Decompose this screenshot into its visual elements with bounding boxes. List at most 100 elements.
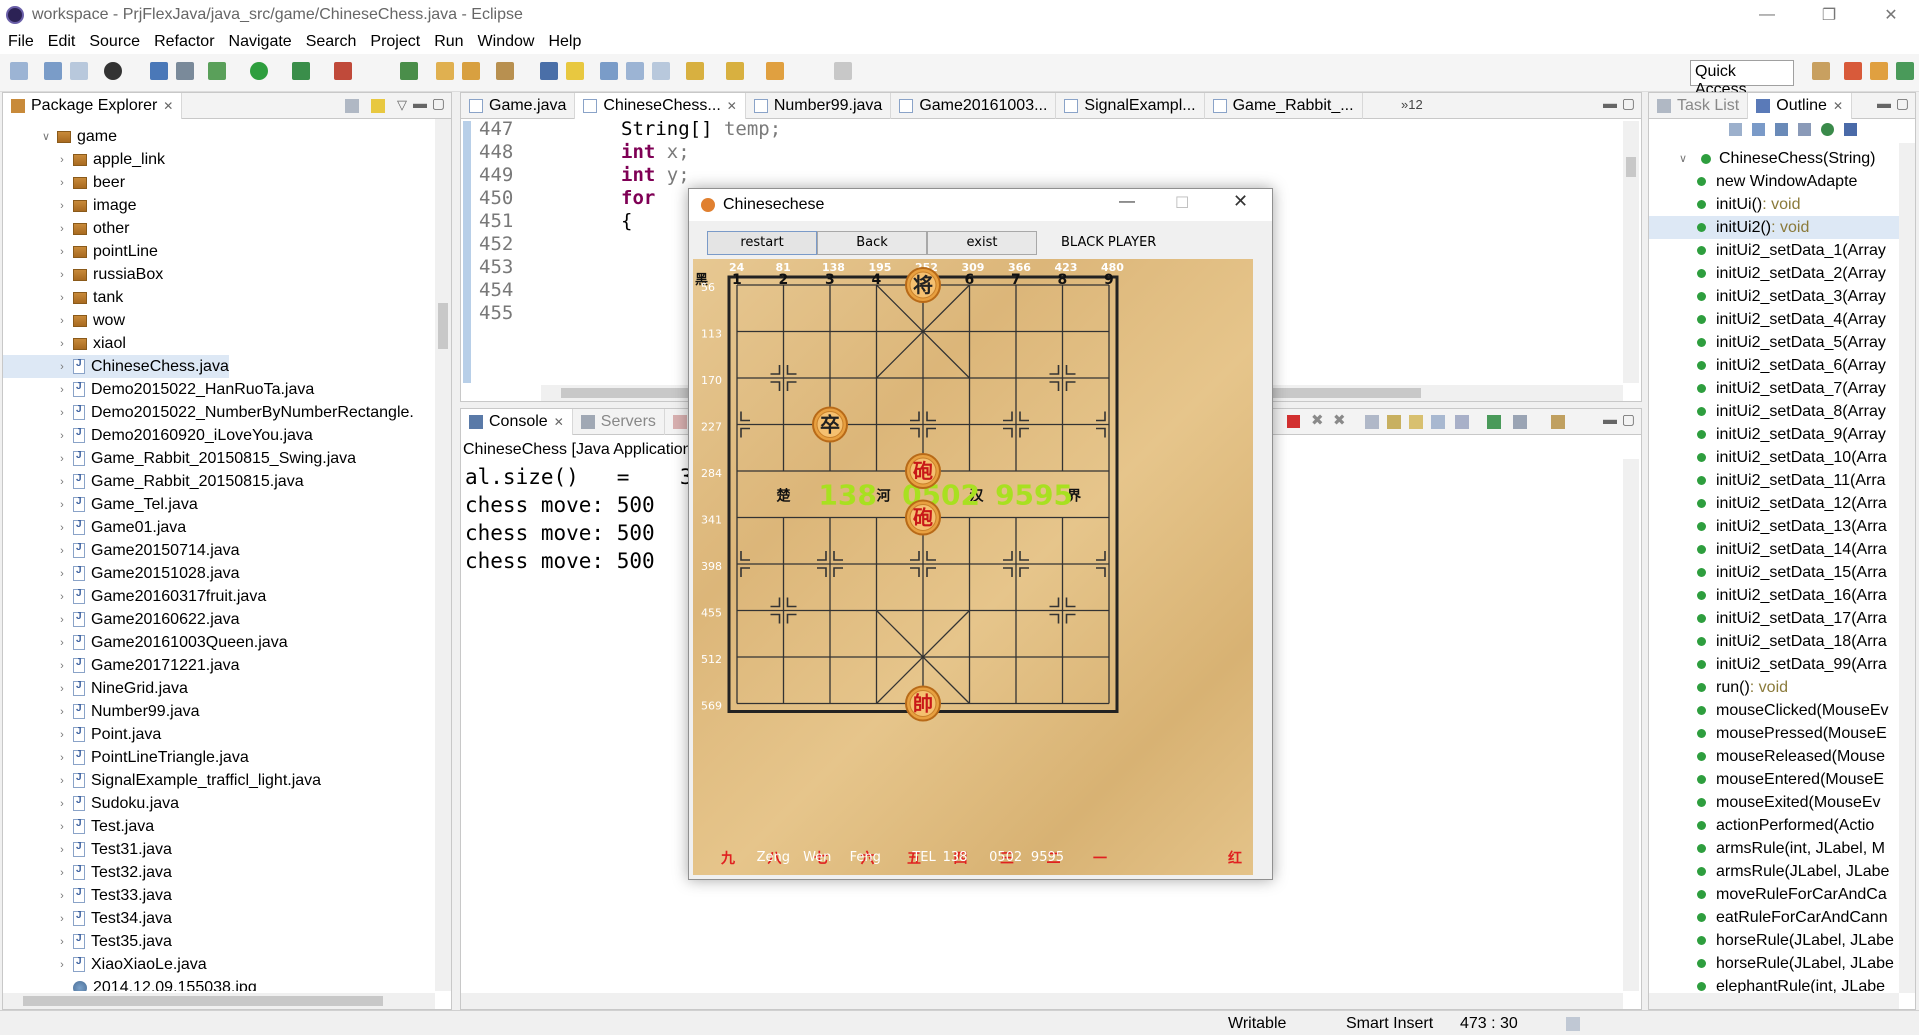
chevron-right-icon[interactable]: › [55, 867, 69, 879]
chevron-right-icon[interactable]: › [55, 568, 69, 580]
outline-item[interactable]: initUi2_setData_5(Array [1649, 331, 1899, 354]
editor-tab[interactable]: ChineseChess... ✕ [575, 92, 746, 119]
code-line[interactable]: { [621, 210, 632, 232]
chevron-right-icon[interactable]: › [55, 407, 69, 419]
outline-item[interactable]: initUi2_setData_16(Arra [1649, 584, 1899, 607]
quick-access-input[interactable]: Quick Access [1690, 60, 1794, 98]
open-task-icon[interactable] [462, 62, 480, 80]
show-whitespace-icon[interactable] [600, 62, 618, 80]
save-all-icon[interactable] [70, 62, 88, 80]
chevron-right-icon[interactable]: › [55, 729, 69, 741]
outline-item[interactable]: initUi2_setData_14(Arra [1649, 538, 1899, 561]
editor-tab[interactable]: SignalExampl... [1056, 92, 1205, 119]
tree-package[interactable]: › xiaol [3, 332, 126, 355]
tree-file[interactable]: › Game_Rabbit_20150815.java [3, 470, 303, 493]
tab-outline[interactable]: Outline ✕ [1748, 92, 1853, 119]
outline-item[interactable]: horseRule(JLabel, JLabe [1649, 952, 1899, 975]
chevron-right-icon[interactable]: › [55, 890, 69, 902]
java-ee-perspective-icon[interactable] [1844, 62, 1862, 80]
tree-file[interactable]: › NineGrid.java [3, 677, 188, 700]
chevron-right-icon[interactable]: › [55, 798, 69, 810]
tree-file[interactable]: › XiaoXiaoLe.java [3, 953, 206, 976]
console-horizontal-scrollbar[interactable] [461, 993, 1623, 1009]
maximize-view-icon[interactable]: ▢ [1622, 95, 1635, 112]
editor-tabs-overflow[interactable]: »12 [1401, 97, 1423, 112]
maximize-view-icon[interactable]: ▢ [432, 95, 445, 112]
chevron-right-icon[interactable]: › [55, 476, 69, 488]
show-on-output-icon[interactable] [1431, 415, 1445, 429]
outline-item[interactable]: new WindowAdapte [1649, 170, 1899, 193]
code-line[interactable]: for [621, 187, 655, 209]
chevron-down-icon[interactable]: ∨ [39, 130, 53, 143]
chevron-right-icon[interactable]: › [55, 338, 69, 350]
exist-button[interactable]: exist [927, 231, 1037, 255]
tree-file[interactable]: › Game_Tel.java [3, 493, 198, 516]
outline-item[interactable]: mouseEntered(MouseE [1649, 768, 1899, 791]
tree-file[interactable]: › Test31.java [3, 838, 172, 861]
pilcrow-icon[interactable] [652, 62, 670, 80]
tab-task-list[interactable]: Task List [1649, 92, 1749, 119]
outline-item[interactable]: eatRuleForCarAndCann [1649, 906, 1899, 929]
outline-item[interactable]: actionPerformed(Actio [1649, 814, 1899, 837]
outline-item[interactable]: elephantRule(int, JLabe [1649, 975, 1899, 993]
outline-item[interactable]: initUi2_setData_8(Array [1649, 400, 1899, 423]
back-icon[interactable] [766, 62, 784, 80]
sort-icon[interactable] [1752, 123, 1765, 136]
back-button[interactable]: Back [817, 231, 927, 255]
outline-item[interactable]: mousePressed(MouseE [1649, 722, 1899, 745]
restart-button[interactable]: restart [707, 231, 817, 255]
outline-item[interactable]: initUi2_setData_99(Arra [1649, 653, 1899, 676]
outline-item[interactable]: mouseExited(MouseEv [1649, 791, 1899, 814]
chevron-right-icon[interactable]: › [55, 614, 69, 626]
chevron-right-icon[interactable]: › [55, 154, 69, 166]
prev-annotation-icon[interactable] [726, 62, 744, 80]
scroll-thumb[interactable] [1626, 157, 1636, 177]
remove-all-icon[interactable]: ✖ [1333, 411, 1346, 429]
outline-item[interactable]: horseRule(JLabel, JLabe [1649, 929, 1899, 952]
collapse-all-icon[interactable] [1729, 123, 1742, 136]
tree-file[interactable]: › ChineseChess.java [3, 355, 229, 378]
tree-file[interactable]: › Test33.java [3, 884, 172, 907]
outline-vertical-scrollbar[interactable] [1899, 143, 1915, 993]
close-icon[interactable]: ✕ [163, 99, 173, 113]
outline-item[interactable]: run() : void [1649, 676, 1899, 699]
tree-file[interactable]: › Game20160317fruit.java [3, 585, 266, 608]
close-icon[interactable]: ✕ [727, 99, 737, 113]
tree-file[interactable]: › Test35.java [3, 930, 172, 953]
chevron-right-icon[interactable]: › [55, 637, 69, 649]
terminate-icon[interactable] [1287, 415, 1300, 428]
chevron-right-icon[interactable]: › [55, 315, 69, 327]
chevron-right-icon[interactable]: › [55, 683, 69, 695]
close-icon[interactable]: ✕ [1833, 99, 1843, 113]
tree-package[interactable]: › image [3, 194, 136, 217]
chevron-right-icon[interactable]: › [55, 913, 69, 925]
editor-tab[interactable]: Game.java [461, 92, 576, 119]
pin-console-icon[interactable] [1487, 415, 1501, 429]
tab-console[interactable]: Console ✕ [461, 408, 573, 435]
hide-local-types-icon[interactable] [1844, 123, 1857, 136]
editor-tab[interactable]: Game_Rabbit_... [1205, 92, 1363, 119]
save-icon[interactable] [44, 62, 62, 80]
outline-item[interactable]: initUi2_setData_12(Arra [1649, 492, 1899, 515]
view-menu-icon[interactable]: ▽ [397, 97, 407, 113]
tree-file[interactable]: › Demo2015022_HanRuoTa.java [3, 378, 314, 401]
chevron-right-icon[interactable]: › [55, 752, 69, 764]
tree-package[interactable]: › wow [3, 309, 125, 332]
menu-source[interactable]: Source [89, 33, 140, 51]
notification-icon[interactable] [1566, 1017, 1580, 1031]
chevron-right-icon[interactable]: › [55, 959, 69, 971]
coverage-icon[interactable] [292, 62, 310, 80]
outline-item[interactable]: initUi2_setData_6(Array [1649, 354, 1899, 377]
profile-icon[interactable] [104, 62, 122, 80]
tree-file[interactable]: › Number99.java [3, 700, 199, 723]
hide-static-icon[interactable] [1798, 123, 1811, 136]
scroll-lock-icon[interactable] [1387, 415, 1401, 429]
outline-item[interactable]: initUi2_setData_2(Array [1649, 262, 1899, 285]
display-console-icon[interactable] [1513, 415, 1527, 429]
outline-item[interactable]: mouseClicked(MouseEv [1649, 699, 1899, 722]
run-icon[interactable] [250, 62, 268, 80]
outline-horizontal-scrollbar[interactable] [1649, 993, 1899, 1009]
tree-file[interactable]: › Point.java [3, 723, 161, 746]
menu-refactor[interactable]: Refactor [154, 33, 214, 51]
outline-root[interactable]: ∨ ChineseChess(String) [1649, 147, 1876, 170]
